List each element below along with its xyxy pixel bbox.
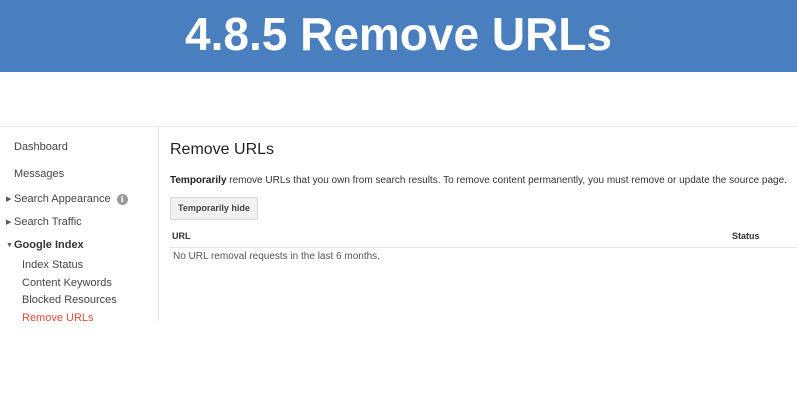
description-emphasis: Temporarily	[170, 175, 227, 186]
sidebar-item-label: Search Appearance	[14, 193, 111, 205]
sidebar-item-remove-urls[interactable]: Remove URLs	[22, 312, 94, 324]
temporarily-hide-button[interactable]: Temporarily hide	[170, 197, 258, 220]
sidebar: Dashboard Messages ▶ Search Appearance i ▶…	[0, 127, 159, 324]
sidebar-item-label: Content Keywords	[22, 277, 112, 289]
page-description: Temporarily remove URLs that you own fro…	[170, 175, 787, 186]
sidebar-item-dashboard[interactable]: Dashboard	[14, 141, 68, 153]
table-header: URL Status	[170, 227, 797, 248]
main-content: Remove URLs Temporarily remove URLs that…	[170, 127, 797, 321]
info-icon[interactable]: i	[116, 194, 128, 205]
sidebar-item-search-traffic[interactable]: ▶ Search Traffic	[6, 216, 82, 228]
banner-title: 4.8.5 Remove URLs	[185, 8, 612, 60]
sidebar-item-label: Blocked Resources	[22, 294, 117, 306]
page-title: Remove URLs	[170, 141, 275, 158]
triangle-right-icon: ▶	[6, 196, 12, 203]
empty-table-message: No URL removal requests in the last 6 mo…	[173, 251, 380, 262]
column-header-status[interactable]: Status	[732, 231, 760, 241]
sidebar-item-search-appearance[interactable]: ▶ Search Appearance i	[6, 193, 128, 205]
sidebar-item-label: Search Traffic	[14, 216, 82, 228]
triangle-right-icon: ▶	[6, 219, 12, 226]
sidebar-item-label: Messages	[14, 168, 65, 180]
column-header-url[interactable]: URL	[172, 231, 191, 241]
sidebar-item-label: Dashboard	[14, 141, 68, 153]
sidebar-item-label: Google Index	[14, 239, 84, 251]
description-text: remove URLs that you own from search res…	[226, 175, 787, 186]
app-frame: Dashboard Messages ▶ Search Appearance i ▶…	[0, 126, 797, 324]
sidebar-item-label: Index Status	[22, 259, 84, 271]
title-banner: 4.8.5 Remove URLs	[0, 0, 797, 72]
sidebar-item-messages[interactable]: Messages	[14, 168, 64, 180]
sidebar-item-content-keywords[interactable]: Content Keywords	[22, 277, 112, 289]
sidebar-item-label: Remove URLs	[22, 312, 94, 324]
sidebar-item-index-status[interactable]: Index Status	[22, 259, 83, 271]
sidebar-item-blocked-resources[interactable]: Blocked Resources	[22, 294, 117, 306]
triangle-down-icon: ▼	[6, 242, 13, 249]
sidebar-item-google-index[interactable]: ▼Google Index	[6, 239, 84, 251]
